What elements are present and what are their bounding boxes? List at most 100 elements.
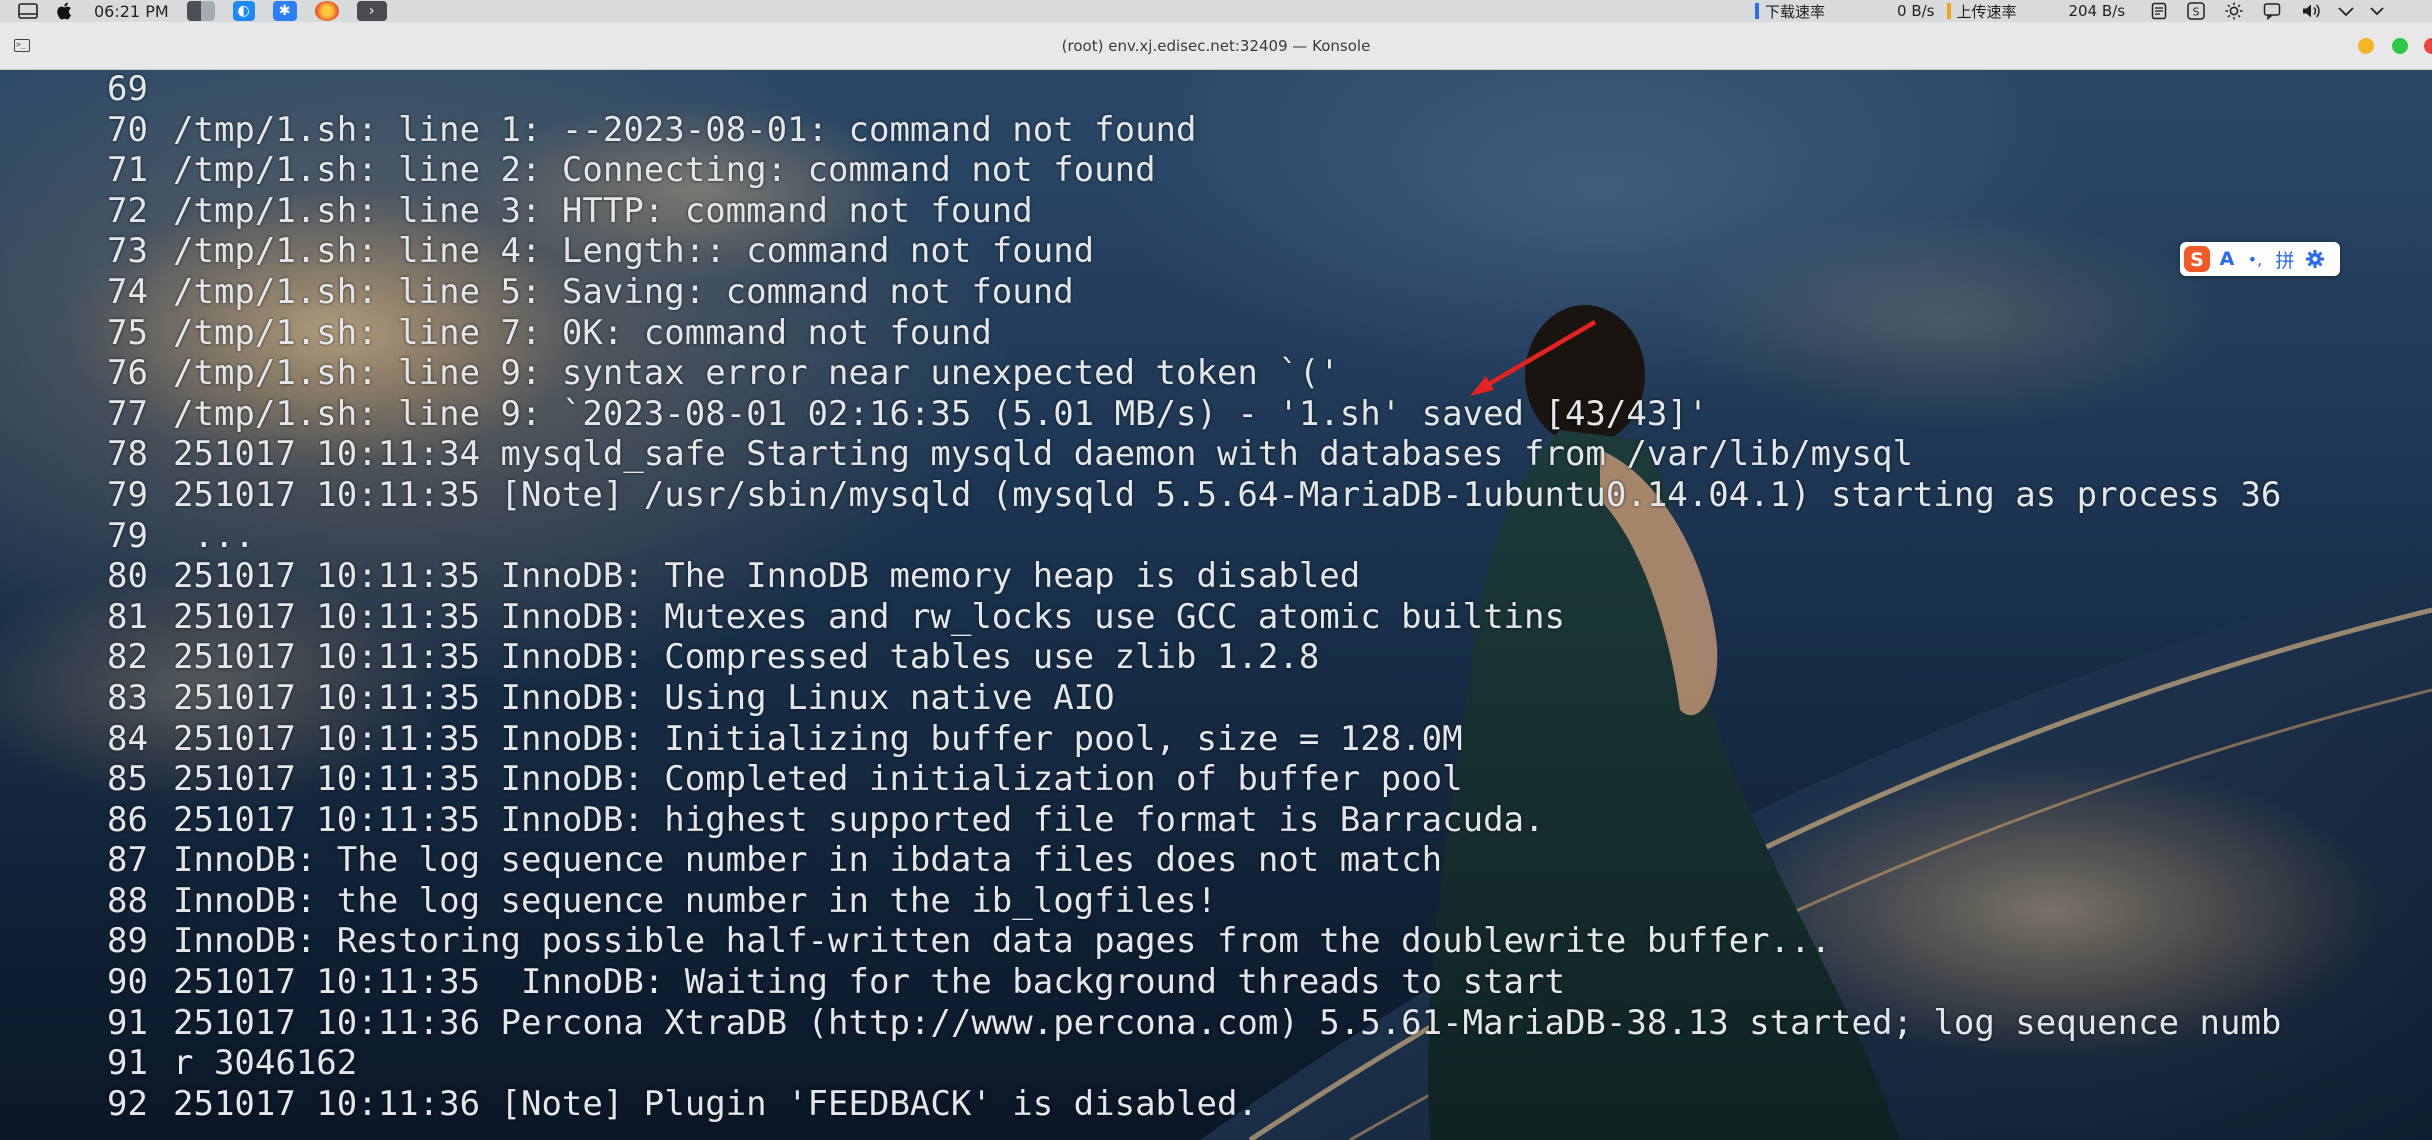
terminal-line-text: 251017 10:11:35 InnoDB: highest supporte… <box>173 799 1545 840</box>
terminal-line: 76/tmp/1.sh: line 9: syntax error near u… <box>0 353 2431 394</box>
terminal-line-number: 91 <box>107 1002 148 1043</box>
ime-punct-toggle[interactable]: •, <box>2240 242 2270 276</box>
gear-icon[interactable] <box>2300 242 2330 276</box>
download-value: 0 B/s <box>1897 2 1935 20</box>
terminal-line: 91 251017 10:11:36 Percona XtraDB (http:/… <box>0 1003 2431 1044</box>
upload-bar-icon <box>1946 3 1951 19</box>
terminal-line-text: /tmp/1.sh: line 1: --2023-08-01: command… <box>173 109 1197 150</box>
terminal-line-text: /tmp/1.sh: line 4: Length:: command not … <box>173 231 1095 272</box>
menubar: 06:21 PM ◐ ✱ › 下载速率 0 B/s 上传速率 204 B/s S <box>0 0 2432 22</box>
terminal-line-number: 78 <box>107 434 148 475</box>
clock-text[interactable]: 06:21 PM <box>94 0 169 22</box>
terminal-line-text: 251017 10:11:35 InnoDB: Waiting for the … <box>173 962 1565 1003</box>
terminal-line: 90 251017 10:11:35 InnoDB: Waiting for th… <box>0 962 2431 1003</box>
terminal-line: 79 ... <box>0 516 2431 557</box>
upload-value: 204 B/s <box>2068 2 2126 20</box>
terminal-line-number: 81 <box>107 596 148 637</box>
terminal-line: 84 251017 10:11:35 InnoDB: Initializing b… <box>0 719 2431 760</box>
terminal-line-number: 88 <box>107 880 148 921</box>
download-bar-icon <box>1755 3 1759 19</box>
ime-toolbar[interactable]: S A •, 拼 <box>2180 242 2340 276</box>
terminal-line-number: 69 <box>107 70 148 109</box>
terminal-line: 75/tmp/1.sh: line 7: 0K: command not fou… <box>0 313 2431 354</box>
control-center-icon[interactable] <box>2369 0 2385 22</box>
terminal-line-text: /tmp/1.sh: line 5: Saving: command not f… <box>173 271 1074 312</box>
terminal-line: 71/tmp/1.sh: line 2: Connecting: command… <box>0 150 2431 191</box>
terminal-line-number: 79 <box>107 474 148 515</box>
terminal-line: 88 InnoDB: the log sequence number in the… <box>0 881 2431 922</box>
terminal-line-number: 89 <box>107 921 148 962</box>
terminal-line-number: 73 <box>107 231 148 272</box>
terminal-line: 87 InnoDB: The log sequence number in ibd… <box>0 840 2431 881</box>
sogou-s-icon[interactable]: S <box>2180 242 2214 276</box>
sogou-tray-icon[interactable]: S <box>2187 0 2205 22</box>
terminal-line: 85 251017 10:11:35 InnoDB: Completed init… <box>0 759 2431 800</box>
terminal-line: 73/tmp/1.sh: line 4: Length:: command no… <box>0 231 2431 272</box>
terminal-line-number: 84 <box>107 718 148 759</box>
firefox-app-icon[interactable] <box>314 1 339 21</box>
terminal-line-number: 79 <box>107 515 148 556</box>
expand-chevron-icon[interactable]: › <box>356 1 387 21</box>
terminal-line: 72/tmp/1.sh: line 3: HTTP: command not f… <box>0 191 2431 232</box>
finder-app-icon[interactable] <box>186 1 215 21</box>
terminal-line: 83 251017 10:11:35 InnoDB: Using Linux na… <box>0 678 2431 719</box>
terminal-line: 86 251017 10:11:35 InnoDB: highest suppor… <box>0 800 2431 841</box>
terminal-line-text: InnoDB: Restoring possible half-written … <box>173 921 1832 962</box>
qq-app-icon[interactable]: ◐ <box>232 1 255 21</box>
terminal-line-text: InnoDB: The log sequence number in ibdat… <box>173 840 1443 881</box>
feishu-app-icon[interactable]: ✱ <box>272 1 297 21</box>
terminal-output[interactable]: 69 70/tmp/1.sh: line 1: --2023-08-01: com… <box>0 70 2431 1124</box>
terminal-line: 89 InnoDB: Restoring possible half-writte… <box>0 921 2431 962</box>
volume-icon[interactable] <box>2301 0 2321 22</box>
notes-icon[interactable] <box>2151 0 2167 22</box>
terminal-line-number: 71 <box>107 150 148 191</box>
terminal-line-text: /tmp/1.sh: line 7: 0K: command not found <box>173 312 992 353</box>
terminal-line-number: 76 <box>107 353 148 394</box>
terminal-line-number: 91 <box>107 1043 148 1084</box>
svg-text:S: S <box>2193 6 2200 19</box>
terminal-line-number: 85 <box>107 759 148 800</box>
terminal-line-text: 251017 10:11:35 InnoDB: Compressed table… <box>173 637 1320 678</box>
terminal-line-number: 83 <box>107 677 148 718</box>
terminal-line: 69 <box>0 70 2431 110</box>
upload-label: 上传速率 <box>1956 2 2017 21</box>
terminal-view[interactable]: 69 70/tmp/1.sh: line 1: --2023-08-01: com… <box>0 70 2432 1140</box>
window-titlebar[interactable]: >_ (root) env.xj.edisec.net:32409 — Kons… <box>0 22 2432 70</box>
terminal-line-text: 251017 10:11:35 InnoDB: Using Linux nati… <box>173 677 1115 718</box>
wifi-chevron-icon[interactable] <box>2337 0 2355 22</box>
terminal-line-text: 251017 10:11:35 [Note] /usr/sbin/mysqld … <box>173 474 2282 515</box>
apple-icon[interactable] <box>56 0 74 22</box>
terminal-line-text: /tmp/1.sh: line 9: syntax error near une… <box>173 353 1340 394</box>
terminal-line: 79 251017 10:11:35 [Note] /usr/sbin/mysql… <box>0 475 2431 516</box>
brightness-icon[interactable] <box>2225 0 2243 22</box>
terminal-line: 82 251017 10:11:35 InnoDB: Compressed tab… <box>0 637 2431 678</box>
sidebar-icon[interactable] <box>18 0 38 22</box>
terminal-line-text: 251017 10:11:35 InnoDB: Mutexes and rw_l… <box>173 596 1565 637</box>
terminal-line-text: 251017 10:11:36 [Note] Plugin 'FEEDBACK'… <box>173 1083 1258 1124</box>
messages-icon[interactable] <box>2263 0 2281 22</box>
terminal-line-text: /tmp/1.sh: line 2: Connecting: command n… <box>173 150 1156 191</box>
terminal-line: 92 251017 10:11:36 [Note] Plugin 'FEEDBAC… <box>0 1084 2431 1125</box>
terminal-line-text: 251017 10:11:35 InnoDB: Completed initia… <box>173 759 1463 800</box>
terminal-line-text: r 3046162 <box>173 1043 358 1084</box>
terminal-line-text: 251017 10:11:35 InnoDB: Initializing buf… <box>173 718 1463 759</box>
terminal-line-text: /tmp/1.sh: line 3: HTTP: command not fou… <box>173 190 1033 231</box>
terminal-line-number: 74 <box>107 271 148 312</box>
terminal-line-number: 77 <box>107 393 148 434</box>
ime-pinyin-toggle[interactable]: 拼 <box>2270 242 2300 276</box>
terminal-line-text: 251017 10:11:35 InnoDB: The InnoDB memor… <box>173 556 1361 597</box>
terminal-line-number: 90 <box>107 962 148 1003</box>
ime-mode-toggle[interactable]: A <box>2214 242 2240 276</box>
terminal-line-number: 75 <box>107 312 148 353</box>
terminal-line-text: /tmp/1.sh: line 9: `2023-08-01 02:16:35 … <box>173 393 1709 434</box>
minimize-button[interactable] <box>2358 38 2374 54</box>
terminal-line-number: 70 <box>107 109 148 150</box>
desktop-screen: 06:21 PM ◐ ✱ › 下载速率 0 B/s 上传速率 204 B/s S <box>0 0 2432 1140</box>
terminal-line-number: 92 <box>107 1083 148 1124</box>
terminal-line-text: 251017 10:11:34 mysqld_safe Starting mys… <box>173 434 1913 475</box>
terminal-line-text: 251017 10:11:36 Percona XtraDB (http://w… <box>173 1002 2282 1043</box>
terminal-line: 91 r 3046162 <box>0 1043 2431 1084</box>
maximize-button[interactable] <box>2392 38 2408 54</box>
terminal-line: 78 251017 10:11:34 mysqld_safe Starting m… <box>0 434 2431 475</box>
terminal-line: 70/tmp/1.sh: line 1: --2023-08-01: comma… <box>0 110 2431 151</box>
